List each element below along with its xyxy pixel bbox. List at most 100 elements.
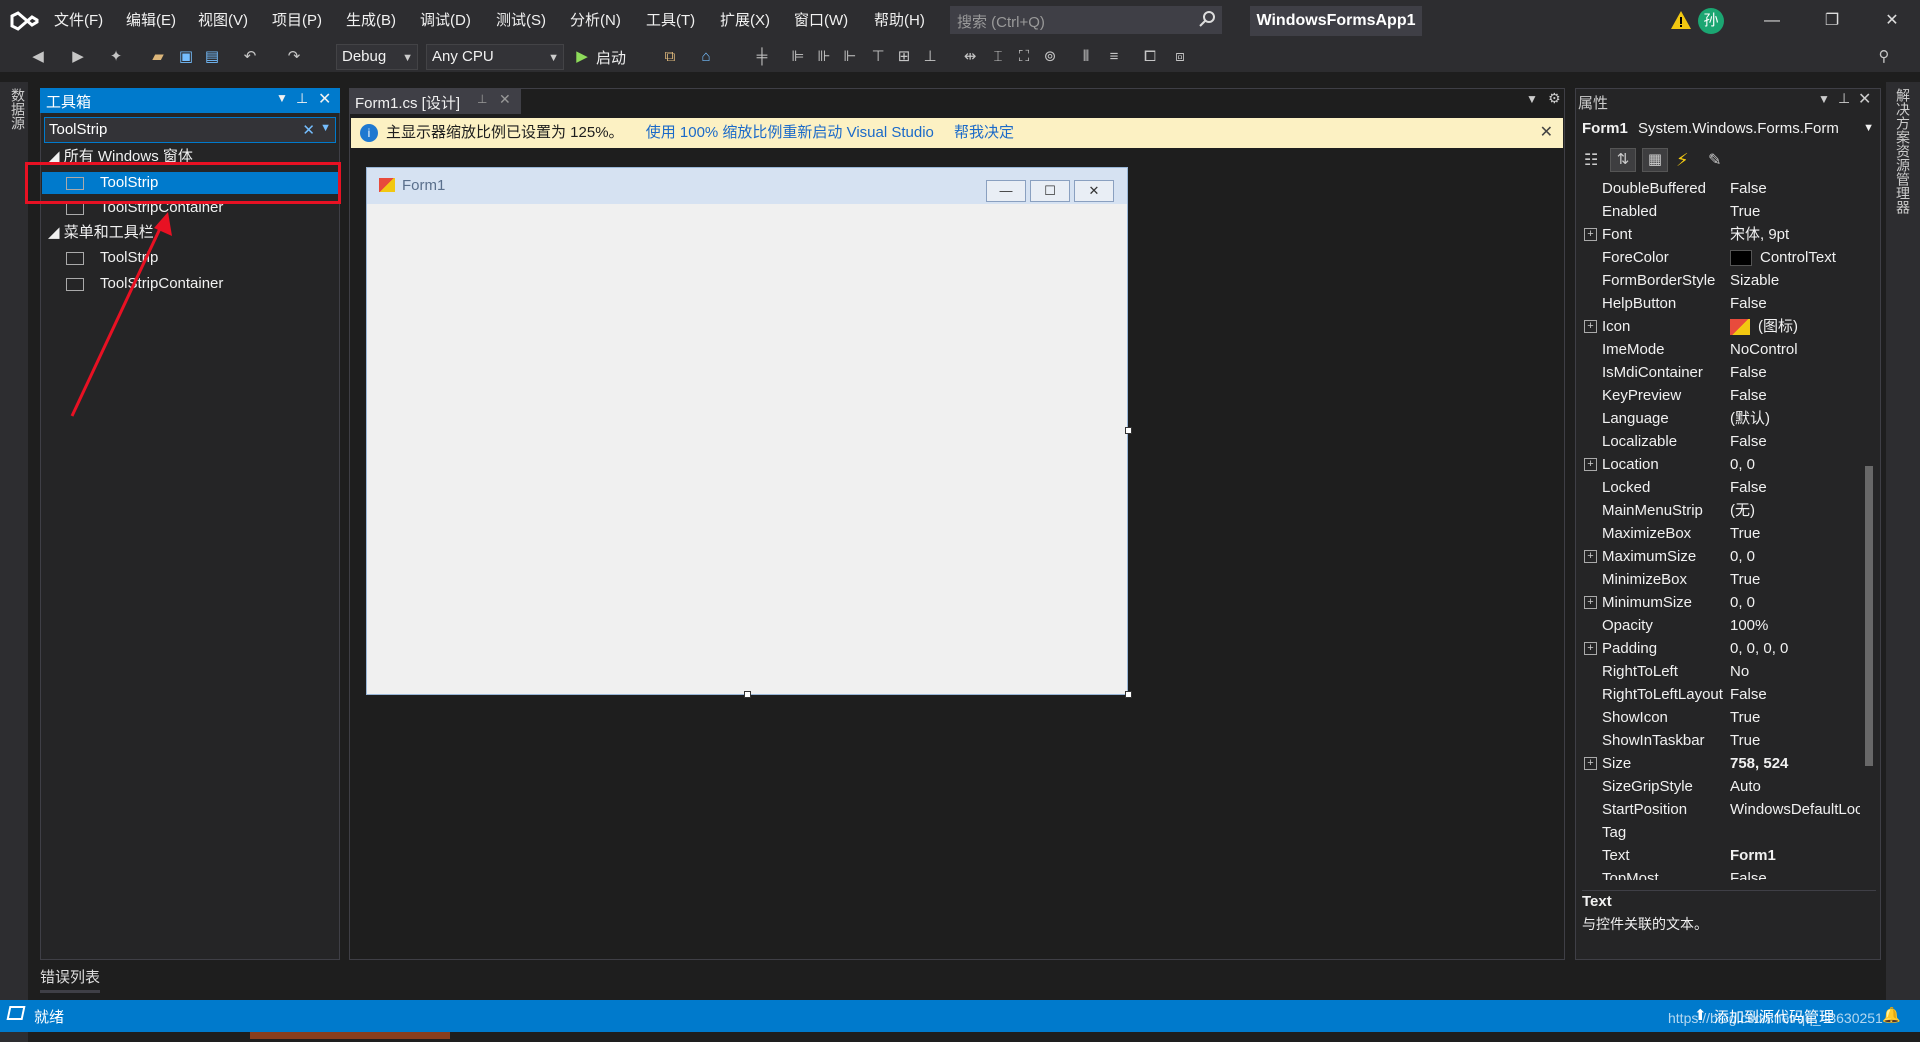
align-bottom-icon[interactable]: ⊥ <box>920 47 940 67</box>
property-value[interactable]: WindowsDefaultLocation <box>1730 798 1860 821</box>
pin-icon[interactable]: ⊥ <box>296 90 308 107</box>
property-value[interactable]: False <box>1730 177 1767 200</box>
datasource-tab[interactable]: 数据源 <box>8 88 28 130</box>
property-value[interactable]: True <box>1730 706 1760 729</box>
property-row[interactable]: MinimizeBox True <box>1580 568 1860 591</box>
restore-icon[interactable]: ❐ <box>1812 6 1852 36</box>
redo-icon[interactable]: ↷ <box>284 47 304 67</box>
expand-icon[interactable]: + <box>1584 458 1597 471</box>
start-button[interactable]: 启动 <box>596 47 626 68</box>
property-row[interactable]: + MinimumSize 0, 0 <box>1580 591 1860 614</box>
form-minimize-icon[interactable]: — <box>986 180 1026 202</box>
property-row[interactable]: ShowIcon True <box>1580 706 1860 729</box>
expand-icon[interactable]: + <box>1584 550 1597 563</box>
forward-icon[interactable]: ▶ <box>68 47 88 67</box>
search-icon[interactable] <box>1198 10 1216 28</box>
menu-file[interactable]: 文件(F) <box>54 10 103 32</box>
property-row[interactable]: IsMdiContainer False <box>1580 361 1860 384</box>
align-center-icon[interactable]: ⊪ <box>814 47 834 67</box>
align-left-icon[interactable]: ⊫ <box>788 47 808 67</box>
user-avatar[interactable]: 孙 <box>1698 8 1724 34</box>
property-row[interactable]: Text Form1 <box>1580 844 1860 867</box>
dropdown-icon[interactable]: ▼ <box>1818 92 1830 106</box>
property-row[interactable]: MaximizeBox True <box>1580 522 1860 545</box>
property-row[interactable]: Locked False <box>1580 476 1860 499</box>
help-decide-link[interactable]: 帮我决定 <box>954 124 1014 141</box>
property-row[interactable]: ImeMode NoControl <box>1580 338 1860 361</box>
menu-extensions[interactable]: 扩展(X) <box>720 10 770 32</box>
property-row[interactable]: KeyPreview False <box>1580 384 1860 407</box>
property-row[interactable]: Enabled True <box>1580 200 1860 223</box>
property-row[interactable]: MainMenuStrip (无) <box>1580 499 1860 522</box>
menu-window[interactable]: 窗口(W) <box>794 10 848 32</box>
object-selector[interactable]: Form1 System.Windows.Forms.Form ▼ <box>1582 120 1878 144</box>
gear-icon[interactable]: ⚙ <box>1548 90 1561 107</box>
property-row[interactable]: Tag <box>1580 821 1860 844</box>
property-value[interactable]: 0, 0 <box>1730 591 1755 614</box>
resize-handle[interactable] <box>1125 427 1132 434</box>
menu-view[interactable]: 视图(V) <box>198 10 248 32</box>
property-value[interactable]: False <box>1730 430 1767 453</box>
property-value[interactable]: 0, 0, 0, 0 <box>1730 637 1788 660</box>
pin-icon[interactable]: ⊥ <box>1838 90 1850 107</box>
properties-view-icon[interactable]: ▦ <box>1642 148 1668 172</box>
toolbox-search-input[interactable]: ToolStrip ✕ ▼ <box>44 117 336 143</box>
expand-icon[interactable]: + <box>1584 320 1597 333</box>
notification-icon[interactable]: 🔔 <box>1882 1006 1901 1024</box>
property-value[interactable]: 0, 0 <box>1730 545 1755 568</box>
property-row[interactable]: StartPosition WindowsDefaultLocation <box>1580 798 1860 821</box>
feedback-icon[interactable]: ⚲ <box>1874 47 1894 67</box>
property-row[interactable]: RightToLeft No <box>1580 660 1860 683</box>
property-value[interactable]: False <box>1730 867 1767 880</box>
property-row[interactable]: ForeColor ControlText <box>1580 246 1860 269</box>
close-icon[interactable]: ✕ <box>499 91 511 108</box>
align-icon[interactable]: ╪ <box>752 47 772 67</box>
property-row[interactable]: Localizable False <box>1580 430 1860 453</box>
property-value[interactable]: False <box>1730 292 1767 315</box>
open-folder-icon[interactable]: ▰ <box>148 47 168 67</box>
property-row[interactable]: ShowInTaskbar True <box>1580 729 1860 752</box>
property-value[interactable]: True <box>1730 568 1760 591</box>
tab-list-icon[interactable]: ▼ <box>1526 92 1538 106</box>
property-value[interactable]: (默认) <box>1730 407 1770 430</box>
close-icon[interactable]: ✕ <box>318 89 331 109</box>
property-row[interactable]: RightToLeftLayout False <box>1580 683 1860 706</box>
property-row[interactable]: Language (默认) <box>1580 407 1860 430</box>
restart-link[interactable]: 使用 100% 缩放比例重新启动 Visual Studio <box>646 124 934 141</box>
send-to-back-icon[interactable]: ⧈ <box>1170 47 1190 67</box>
expand-icon[interactable]: + <box>1584 642 1597 655</box>
resize-handle[interactable] <box>744 691 751 698</box>
property-value[interactable]: False <box>1730 384 1767 407</box>
same-size-icon[interactable]: ⌶ <box>988 47 1008 67</box>
property-value[interactable]: True <box>1730 522 1760 545</box>
save-all-icon[interactable]: ▤ <box>202 47 222 67</box>
property-row[interactable]: + Padding 0, 0, 0, 0 <box>1580 637 1860 660</box>
expand-icon[interactable]: + <box>1584 757 1597 770</box>
events-icon[interactable]: ⚡ <box>1676 150 1689 171</box>
property-value[interactable]: False <box>1730 683 1767 706</box>
solution-explorer-tab[interactable]: 解决方案资源管理器 <box>1893 88 1913 214</box>
new-project-icon[interactable]: ✦ <box>106 47 126 67</box>
size-to-grid-icon[interactable]: ⛶ <box>1014 47 1034 67</box>
resize-handle[interactable] <box>1125 691 1132 698</box>
property-value[interactable]: Auto <box>1730 775 1761 798</box>
form-maximize-icon[interactable]: ☐ <box>1030 180 1070 202</box>
property-value[interactable]: True <box>1730 200 1760 223</box>
property-row[interactable]: DoubleBuffered False <box>1580 177 1860 200</box>
property-value[interactable]: (无) <box>1730 499 1755 522</box>
pin-icon[interactable]: ⊥ <box>477 92 487 106</box>
tab-order-icon[interactable]: ⌂ <box>696 47 716 67</box>
property-row[interactable]: + Location 0, 0 <box>1580 453 1860 476</box>
property-row[interactable]: TopMost False <box>1580 867 1860 880</box>
spacing-icon[interactable]: ⇹ <box>960 47 980 67</box>
close-icon[interactable]: ✕ <box>1858 89 1871 109</box>
menu-edit[interactable]: 编辑(E) <box>126 10 176 32</box>
property-value[interactable]: 758, 524 <box>1730 752 1788 775</box>
start-icon[interactable]: ▶ <box>572 47 592 67</box>
warning-icon[interactable] <box>1670 9 1692 31</box>
property-row[interactable]: FormBorderStyle Sizable <box>1580 269 1860 292</box>
expand-icon[interactable]: + <box>1584 596 1597 609</box>
property-value[interactable]: 0, 0 <box>1730 453 1755 476</box>
dropdown-icon[interactable]: ▼ <box>276 91 288 105</box>
property-value[interactable]: 宋体, 9pt <box>1730 223 1789 246</box>
